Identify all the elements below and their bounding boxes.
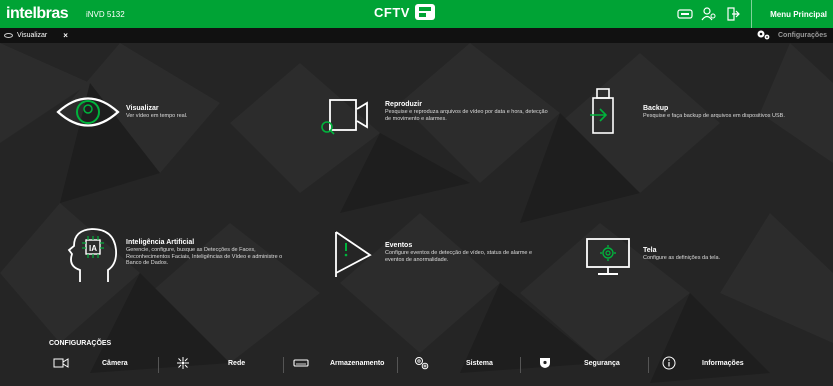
config-seguranca-label: Segurança [584,359,620,367]
monitor-settings-icon [586,238,630,275]
top-bar: intelbras iNVD 5132 CFTV Menu Principal [0,0,833,28]
config-armazenamento-label: Armazenamento [330,359,385,367]
storage-icon [292,354,310,372]
config-rede-label: Rede [228,359,246,367]
main-dashboard: Visualizar Ver vídeo em tempo real. Repr… [0,43,833,386]
users-icon[interactable] [697,0,721,28]
tab-close-button[interactable]: × [63,31,68,40]
cftv-logo-icon [414,4,435,20]
video-search-icon [321,99,368,135]
ai-chip-label: IA [89,244,97,253]
configuracoes-label: Configurações [777,32,827,39]
config-item-informacoes[interactable]: Informações [660,349,744,377]
gears-icon [756,29,770,42]
config-item-camera[interactable]: Câmera [52,349,128,377]
configuracoes-link[interactable]: Configurações [756,28,827,43]
tile-reproduzir-title: Reproduzir [385,101,422,108]
camera-icon [52,354,70,372]
tile-reproduzir-description: Pesquise e reproduza arquivos de vídeo p… [385,109,548,122]
config-item-armazenamento[interactable]: Armazenamento [292,349,384,377]
config-separator [520,357,521,373]
config-sistema-label: Sistema [466,359,493,367]
config-camera-label: Câmera [102,359,128,367]
tab-visualizar-label: Visualizar [17,32,48,39]
system-gears-icon [413,354,431,372]
info-icon [660,354,678,372]
config-informacoes-label: Informações [702,359,744,367]
configuracoes-section: CONFIGURAÇÕES Câmera Rede Armazenamento … [0,340,833,386]
tile-tela-title: Tela [643,247,657,254]
tile-eventos-title: Eventos [385,242,413,249]
background-pattern [0,43,833,386]
ai-head-icon: IA [67,228,117,282]
config-separator [158,357,159,373]
tile-tela-description: Configure as definições da tela. [643,255,721,261]
logout-icon[interactable] [721,0,745,28]
tab-bar: Visualizar × [0,28,833,43]
eye-icon [56,97,120,127]
app-title-text: CFTV [374,4,410,20]
network-icon [174,354,192,372]
config-item-seguranca[interactable]: Segurança [536,349,620,377]
shield-icon [536,354,554,372]
config-item-sistema[interactable]: Sistema [413,349,493,377]
config-separator [648,357,649,373]
device-model: iNVD 5132 [86,9,125,19]
config-item-rede[interactable]: Rede [174,349,245,377]
tile-ia-title: Inteligência Artificial [126,239,195,246]
tile-backup-title: Backup [643,105,669,112]
app-title: CFTV [374,4,435,20]
tile-backup-description: Pesquise e faça backup de arquivos em di… [643,113,785,119]
brand-logo: intelbras [6,5,69,22]
config-separator [397,357,398,373]
config-separator [283,357,284,373]
tab-visualizar[interactable]: Visualizar × [0,31,68,40]
eye-icon [4,33,13,38]
menu-principal-button[interactable]: Menu Principal [751,0,833,28]
tile-ia-description: Gerencie, configure, busque as Detecções… [126,247,283,266]
top-right-controls: Menu Principal [673,0,833,28]
tile-visualizar-description: Ver vídeo em tempo real. [126,113,188,119]
usb-backup-icon [590,88,614,134]
configuracoes-bar: Câmera Rede Armazenamento Sistema Segura… [40,349,833,377]
configuracoes-heading: CONFIGURAÇÕES [49,340,112,347]
event-flag-icon [335,231,372,277]
tile-visualizar-title: Visualizar [126,105,159,112]
network-status-icon[interactable] [673,0,697,28]
tile-eventos-description: Configure eventos de detecção de vídeo, … [385,250,533,263]
